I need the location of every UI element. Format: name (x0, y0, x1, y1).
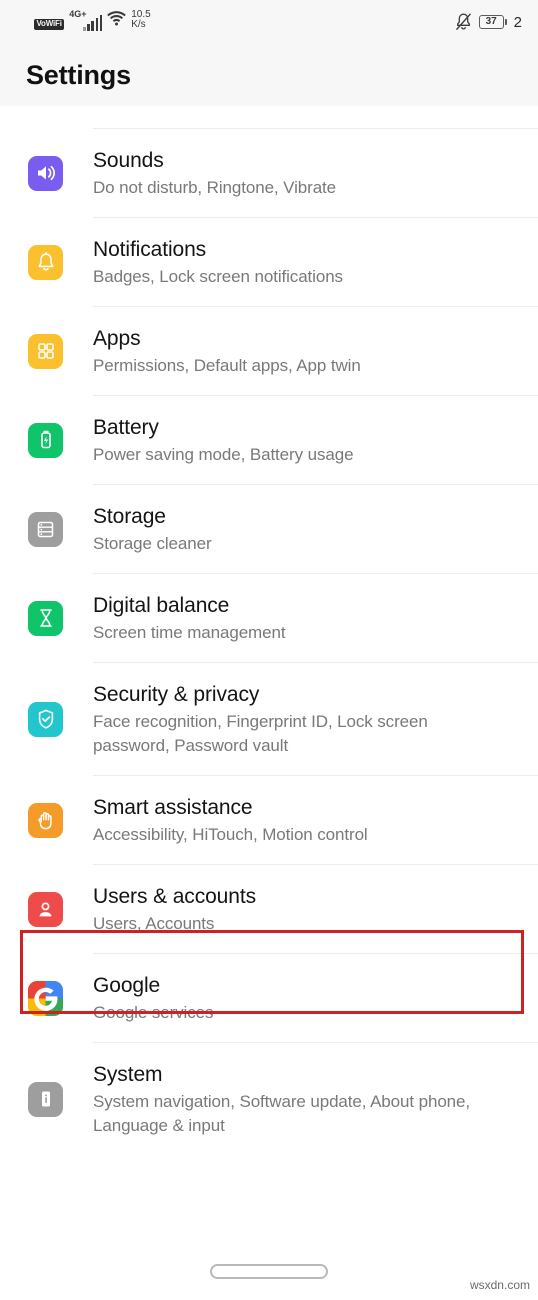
settings-row-sounds[interactable]: Sounds Do not disturb, Ringtone, Vibrate (0, 129, 538, 217)
settings-row-storage[interactable]: Storage Storage cleaner (0, 485, 538, 573)
storage-list-icon (28, 511, 63, 547)
row-subtitle: Do not disturb, Ringtone, Vibrate (93, 177, 337, 197)
row-title: Smart assistance (93, 795, 253, 819)
signal-bars-icon: 4G+ (69, 9, 103, 31)
settings-row-system[interactable]: System System navigation, Software updat… (0, 1043, 538, 1155)
grid-apps-icon (28, 333, 63, 369)
row-subtitle: Face recognition, Fingerprint ID, Lock s… (93, 711, 428, 755)
bell-icon (28, 244, 63, 280)
row-title: Users & accounts (93, 884, 256, 908)
speaker-volume-icon (28, 155, 63, 191)
page-header: Settings (0, 44, 538, 106)
mute-bell-icon (455, 13, 472, 31)
settings-row-apps[interactable]: Apps Permissions, Default apps, App twin (0, 307, 538, 395)
status-bar: VoWiFi 4G+ 10.5 K/s 37 2 (0, 0, 538, 44)
row-title: Sounds (93, 148, 164, 172)
row-subtitle: Accessibility, HiTouch, Motion control (93, 824, 368, 844)
network-speed: 10.5 K/s (131, 8, 151, 30)
phone-info-icon (28, 1081, 63, 1117)
status-bar-left: VoWiFi 4G+ 10.5 K/s (34, 8, 455, 33)
settings-row-smart-assistance[interactable]: Smart assistance Accessibility, HiTouch,… (0, 776, 538, 864)
row-subtitle: Screen time management (93, 622, 286, 642)
row-title: Storage (93, 504, 166, 528)
row-subtitle: Google services (93, 1002, 214, 1022)
hand-icon (28, 802, 63, 838)
settings-list: Home screen & wallpaper Sounds Do not di… (0, 106, 538, 1155)
navigation-bar (0, 1242, 538, 1300)
settings-row-notifications[interactable]: Notifications Badges, Lock screen notifi… (0, 218, 538, 306)
clipped-previous-row[interactable]: Home screen & wallpaper (0, 106, 538, 128)
row-title: Security & privacy (93, 682, 260, 706)
home-gesture-pill[interactable] (210, 1263, 328, 1279)
settings-row-battery[interactable]: Battery Power saving mode, Battery usage (0, 396, 538, 484)
row-subtitle: Users, Accounts (93, 913, 215, 933)
phone-screen: VoWiFi 4G+ 10.5 K/s 37 2 Settings Sounds… (0, 0, 538, 1300)
row-title: Apps (93, 326, 141, 350)
settings-row-digital-balance[interactable]: Digital balance Screen time management (0, 574, 538, 662)
battery-bolt-icon (28, 422, 63, 458)
settings-row-users-accounts[interactable]: Users & accounts Users, Accounts (0, 865, 538, 953)
status-bar-right: 37 2 (455, 13, 522, 31)
user-account-icon (28, 891, 63, 927)
hourglass-icon (28, 600, 63, 636)
shield-check-icon (28, 701, 63, 737)
vowifi-badge: VoWiFi (34, 18, 65, 30)
watermark: wsxdn.com (469, 1278, 530, 1292)
row-subtitle: Power saving mode, Battery usage (93, 444, 354, 464)
row-subtitle: System navigation, Software update, Abou… (93, 1091, 471, 1135)
clock-partial: 2 (513, 13, 522, 31)
row-title: System (93, 1062, 163, 1086)
row-title: Battery (93, 415, 159, 439)
google-g-icon (28, 980, 63, 1016)
row-title: Notifications (93, 237, 207, 261)
battery-icon: 37 (478, 15, 507, 29)
page-title: Settings (26, 59, 131, 90)
row-subtitle: Badges, Lock screen notifications (93, 266, 343, 286)
wifi-icon (107, 10, 127, 31)
settings-row-google[interactable]: Google Google services (0, 954, 538, 1042)
row-title: Digital balance (93, 593, 230, 617)
row-subtitle: Storage cleaner (93, 533, 212, 553)
settings-row-security-privacy[interactable]: Security & privacy Face recognition, Fin… (0, 663, 538, 775)
row-title: Google (93, 973, 161, 997)
row-subtitle: Permissions, Default apps, App twin (93, 355, 361, 375)
